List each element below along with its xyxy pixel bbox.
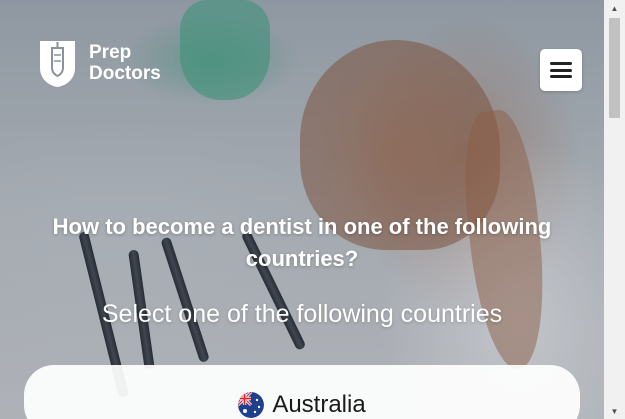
tooth-shield-icon: [40, 41, 75, 87]
page-headline: How to become a dentist in one of the fo…: [52, 214, 552, 271]
menu-toggle-button[interactable]: [540, 49, 582, 91]
country-card-australia[interactable]: Australia: [24, 365, 580, 419]
scroll-up-arrow-icon[interactable]: ▲: [604, 0, 625, 16]
page-subheadline: Select one of the following countries: [101, 300, 503, 328]
hero-background: Prep Doctors How to become a dentist in …: [0, 0, 604, 419]
scrollbar-thumb[interactable]: [609, 18, 620, 118]
page-scrollbar[interactable]: ▲ ▼: [604, 0, 625, 419]
brand-name-line2: Doctors: [89, 63, 161, 84]
country-name: Australia: [272, 391, 366, 418]
scroll-down-arrow-icon[interactable]: ▼: [604, 403, 625, 419]
brand-name-line1: Prep: [89, 42, 132, 63]
australia-flag-icon: [238, 392, 265, 418]
brand-logo-link[interactable]: Prep Doctors: [38, 38, 161, 88]
hamburger-menu-icon: [550, 62, 572, 78]
country-option: Australia: [24, 391, 580, 419]
brand-name: Prep Doctors: [89, 42, 161, 84]
